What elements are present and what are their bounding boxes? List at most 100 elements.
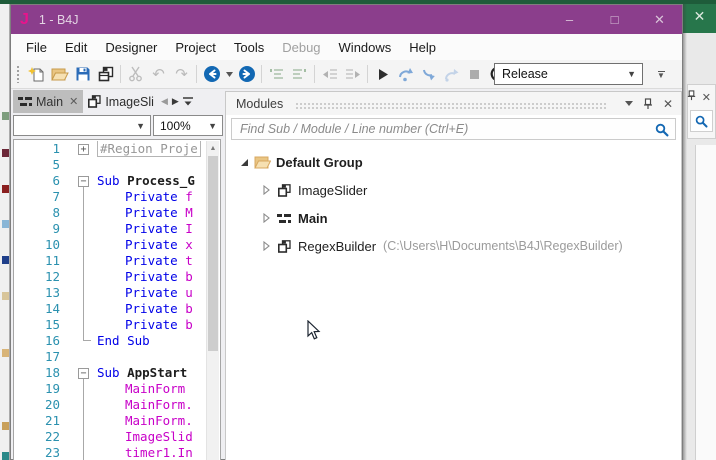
scrollbar-thumb[interactable] [208,156,218,351]
code-line[interactable]: 14 Private b [14,301,206,317]
shift-right-button [341,63,364,86]
fold-expand-icon[interactable]: + [78,144,89,155]
minimize-button[interactable]: – [547,5,592,34]
code-line[interactable]: 6 − Sub Process_G [14,173,206,189]
toolbar-options-button[interactable]: ▼ [653,65,669,83]
save-all-button[interactable] [71,63,94,86]
chevron-down-icon: ▼ [657,70,665,80]
search-icon[interactable] [655,123,669,142]
run-button[interactable] [371,63,394,86]
toolbar-grip[interactable] [16,65,21,83]
new-project-button[interactable] [25,63,48,86]
code-line[interactable]: 1 + #Region Proje [14,141,206,157]
menu-file[interactable]: File [17,34,56,60]
tree-item-label: Default Group [276,154,363,170]
code-line[interactable]: 20 MainForm. [14,397,206,413]
expand-toggle[interactable] [258,185,274,195]
tree-item-imageslider[interactable]: ImageSlider [226,176,681,204]
chevron-down-icon: ▼ [136,120,145,131]
scroll-up-icon[interactable]: ▲ [207,141,219,155]
code-line[interactable]: 23 timer1.In [14,445,206,460]
step-over-icon [399,67,413,81]
zoom-select[interactable]: 100% ▼ [153,115,223,136]
step-into-button[interactable] [417,63,440,86]
menu-designer[interactable]: Designer [96,34,166,60]
navigate-back-button[interactable] [200,63,223,86]
expand-toggle[interactable] [258,213,274,223]
code-line[interactable]: 18 − Sub AppStart [14,365,206,381]
tree-item-default-group[interactable]: Default Group [226,148,681,176]
code-line[interactable]: 19 MainForm [14,381,206,397]
tree-item-regexbuilder[interactable]: RegexBuilder (C:\Users\H\Documents\B4J\Re… [226,232,681,260]
line-number: 17 [44,349,60,364]
panel-menu-icon[interactable] [624,101,633,106]
new-file-icon [28,66,44,81]
code-line[interactable]: 7 Private f [14,189,206,205]
code-line[interactable]: 21 MainForm. [14,413,206,429]
code-line[interactable]: 17 [14,349,206,365]
code-text: #Region Proje [97,141,201,157]
fold-collapse-icon[interactable]: − [78,176,89,187]
background-docked-panel: ✕ [687,84,716,139]
window-list-icon[interactable] [182,93,193,111]
code-line[interactable]: 13 Private u [14,285,206,301]
editor-tab-strip: Main ✕ ImageSli ◀ ▶ [13,90,223,113]
build-configuration-select[interactable]: Release ▼ [494,63,643,85]
code-line[interactable]: 12 Private b [14,269,206,285]
tree-collapsed-icon [262,213,270,223]
menu-tools[interactable]: Tools [225,34,273,60]
code-line[interactable]: 11 Private t [14,253,206,269]
tab-imageslider[interactable]: ImageSli [83,90,159,113]
code-lines: 1 + #Region Proje 5 6− Sub Process_G 7 Private … [14,141,206,460]
modules-panel-header[interactable]: Modules ✕ [226,92,681,115]
scroll-tabs-left-icon[interactable]: ◀ [161,96,168,107]
code-line[interactable]: 5 [14,157,206,173]
line-number: 18 [44,365,60,380]
close-button[interactable]: ✕ [637,5,682,34]
member-select[interactable]: ▼ [13,115,151,136]
code-line[interactable]: 10 Private x [14,237,206,253]
tree-item-main[interactable]: Main [226,204,681,232]
maximize-button[interactable]: □ [592,5,637,34]
screen: ✕ ✕ J 1 - B4J – □ ✕ File Edit Designer P… [0,0,716,460]
titlebar[interactable]: J 1 - B4J – □ ✕ [11,5,682,34]
background-search-box[interactable] [690,110,713,132]
code-line[interactable]: 16 End Sub [14,333,206,349]
fold-guide-line [83,379,84,460]
code-line[interactable]: 8 Private M [14,205,206,221]
scroll-tabs-right-icon[interactable]: ▶ [172,96,179,107]
tab-label: ImageSli [105,94,154,109]
step-over-button[interactable] [394,63,417,86]
code-editor[interactable]: 1 + #Region Proje 5 6− Sub Process_G 7 Private … [13,139,221,460]
background-close-icon[interactable]: ✕ [694,8,706,25]
editor-scrollbar[interactable]: ▲ [206,141,219,460]
code-text: MainForm. [125,413,193,428]
collapse-toggle[interactable] [236,158,252,167]
menu-windows[interactable]: Windows [330,34,401,60]
pin-icon[interactable] [686,90,697,104]
close-icon[interactable]: ✕ [702,91,711,104]
navigate-forward-button[interactable] [235,63,258,86]
expand-toggle[interactable] [258,241,274,251]
module-search-input[interactable] [232,119,675,139]
menu-project[interactable]: Project [166,34,224,60]
navigate-back-dropdown[interactable] [223,63,235,86]
fold-collapse-icon[interactable]: − [78,368,89,379]
module-browser-button[interactable] [94,63,117,86]
undo-button: ↶ [147,63,170,86]
line-number: 13 [44,285,60,300]
tab-navigation: ◀ ▶ [161,90,193,113]
code-text: Private b [125,269,193,284]
code-line[interactable]: 9 Private I [14,221,206,237]
menu-edit[interactable]: Edit [56,34,96,60]
code-line[interactable]: 15 Private b [14,317,206,333]
open-project-button[interactable] [48,63,71,86]
tab-main[interactable]: Main ✕ [13,90,84,113]
close-panel-icon[interactable]: ✕ [663,97,673,111]
close-tab-icon[interactable]: ✕ [69,95,78,108]
code-line[interactable]: 22 ImageSlid [14,429,206,445]
workspace: Main ✕ ImageSli ◀ ▶ ▼ 100% ▼ 1 + #Region… [11,89,682,460]
pin-icon[interactable] [642,97,654,110]
menu-help[interactable]: Help [400,34,445,60]
module-tree: Default Group ImageSlider Main RegexBuilder… [226,140,681,260]
